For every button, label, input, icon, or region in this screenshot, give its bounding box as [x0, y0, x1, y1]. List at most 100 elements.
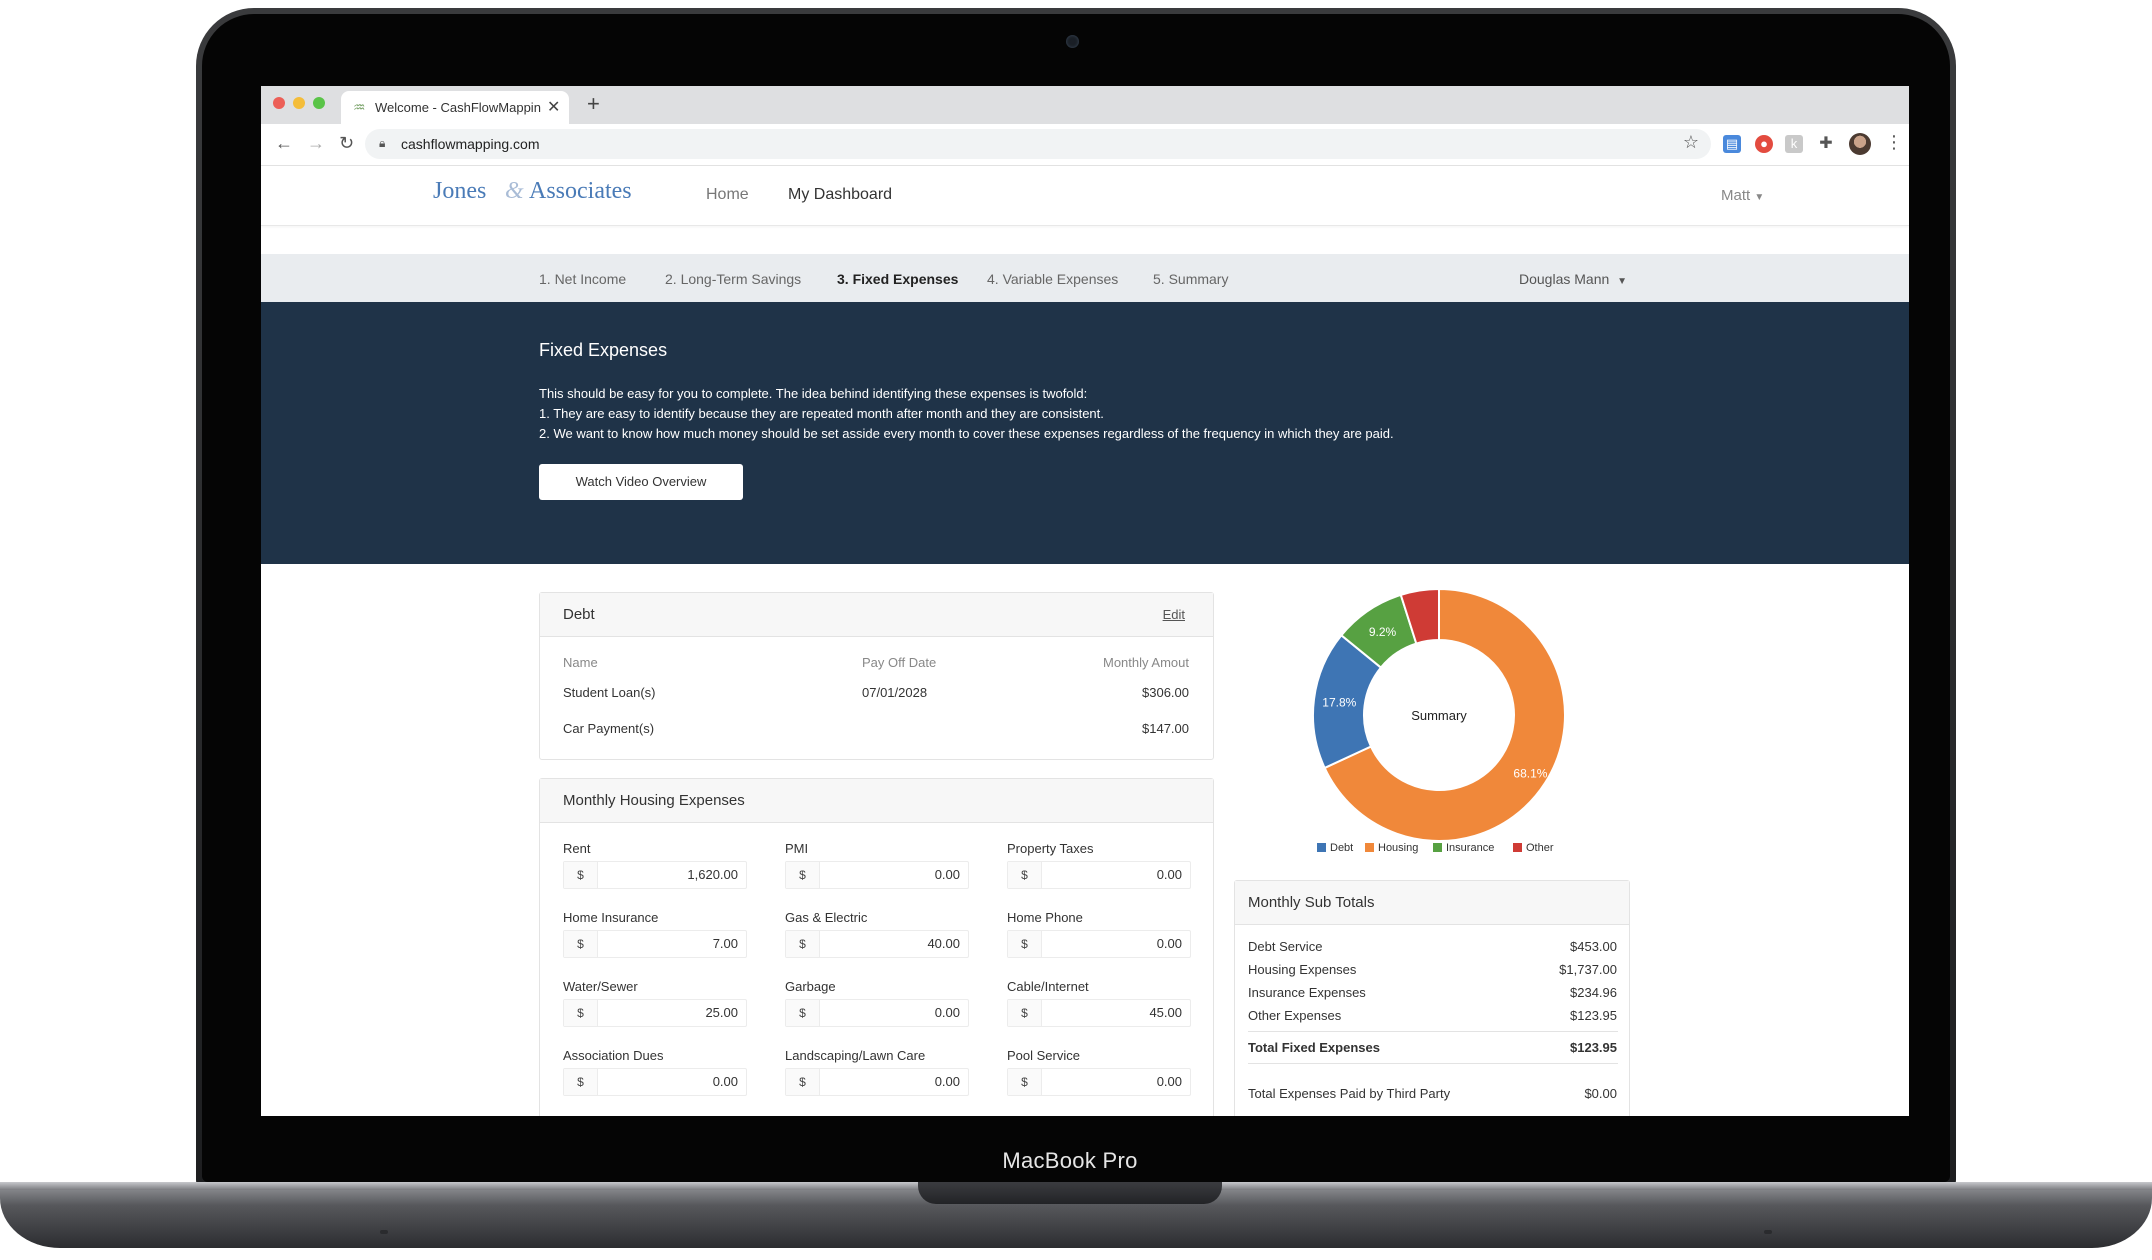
new-tab-button[interactable]: + — [587, 91, 600, 117]
sub-totals-title: Monthly Sub Totals — [1248, 894, 1375, 911]
extensions-puzzle-icon[interactable]: ✚ — [1817, 135, 1835, 153]
debt-row-amount: $147.00 — [1142, 721, 1189, 736]
legend-item-other[interactable]: Other — [1513, 842, 1554, 854]
site-favicon-icon: ♒ — [353, 99, 366, 115]
debt-edit-link[interactable]: Edit — [1163, 607, 1185, 622]
slice-label: 68.1% — [1513, 766, 1547, 780]
housing-amount-input[interactable] — [1046, 931, 1182, 957]
col-monthly-amount: Monthly Amout — [1103, 655, 1189, 670]
extension-window-icon[interactable]: ▤ — [1723, 135, 1741, 153]
bookmark-star-icon[interactable]: ☆ — [1683, 132, 1699, 153]
housing-amount-input[interactable] — [1046, 1000, 1182, 1026]
legend-item-housing[interactable]: Housing — [1365, 842, 1418, 854]
summary-donut-chart: 68.1% 17.8% 9.2% Summary — [1312, 587, 1566, 842]
housing-amount-field: $ — [563, 1068, 747, 1096]
nav-home[interactable]: Home — [706, 186, 749, 204]
laptop-notch — [918, 1182, 1222, 1204]
housing-amount-input[interactable] — [602, 1069, 738, 1095]
debt-title: Debt — [563, 606, 595, 623]
laptop-foot — [380, 1230, 388, 1234]
lock-icon: 🔒︎ — [379, 136, 386, 150]
housing-amount-input[interactable] — [602, 931, 738, 957]
browser-window: ♒ Welcome - CashFlowMapping. ✕ + ← → ↻ 🔒… — [261, 86, 1909, 1116]
debt-row-name: Car Payment(s) — [563, 721, 655, 736]
housing-amount-field: $ — [785, 999, 969, 1027]
currency-symbol: $ — [564, 862, 598, 888]
housing-amount-field: $ — [1007, 999, 1191, 1027]
housing-field-label: Pool Service — [1007, 1048, 1080, 1063]
extension-badge-icon[interactable]: ● — [1755, 135, 1773, 153]
profile-avatar[interactable] — [1849, 133, 1871, 155]
housing-field-label: Property Taxes — [1007, 841, 1094, 856]
logo-associates[interactable]: Associates — [529, 178, 632, 205]
legend-swatch — [1433, 843, 1442, 852]
address-url[interactable]: cashflowmapping.com — [401, 136, 540, 152]
legend-label: Housing — [1378, 842, 1419, 854]
housing-field-label: Home Insurance — [563, 910, 659, 925]
currency-symbol: $ — [564, 1069, 598, 1095]
device-label: MacBook Pro — [1002, 1148, 1138, 1173]
forward-arrow-icon[interactable]: → — [307, 133, 325, 154]
intro-line-2: 1. They are easy to identify because the… — [539, 406, 1104, 421]
nav-my-dashboard[interactable]: My Dashboard — [788, 186, 892, 204]
intro-line-1: This should be easy for you to complete.… — [539, 386, 1088, 401]
currency-symbol: $ — [786, 862, 820, 888]
legend-item-insurance[interactable]: Insurance — [1433, 842, 1494, 854]
client-menu[interactable]: Douglas Mann ▼ — [1519, 271, 1627, 287]
subtotal-value: $123.95 — [1570, 1008, 1617, 1023]
logo-jones[interactable]: Jones — [433, 178, 486, 205]
tab-bar: ♒ Welcome - CashFlowMapping. ✕ + — [261, 86, 1909, 124]
chevron-down-icon: ▼ — [1617, 276, 1627, 287]
device-frame: ♒ Welcome - CashFlowMapping. ✕ + ← → ↻ 🔒… — [0, 0, 2152, 1260]
housing-field-label: Water/Sewer — [563, 979, 638, 994]
sub-totals-header: Monthly Sub Totals — [1235, 881, 1629, 925]
user-name: Matt — [1721, 187, 1751, 204]
step-summary[interactable]: 5. Summary — [1153, 271, 1228, 287]
housing-amount-input[interactable] — [1046, 1069, 1182, 1095]
address-bar[interactable]: 🔒︎ cashflowmapping.com ☆ — [365, 129, 1711, 159]
step-fixed-expenses[interactable]: 3. Fixed Expenses — [837, 271, 958, 287]
watch-video-button[interactable]: Watch Video Overview — [539, 464, 743, 500]
housing-field-label: Home Phone — [1007, 910, 1083, 925]
minimize-window-icon[interactable] — [293, 97, 305, 109]
housing-amount-input[interactable] — [602, 1000, 738, 1026]
close-tab-icon[interactable]: ✕ — [547, 97, 560, 117]
debt-card-header: Debt Edit — [540, 593, 1213, 637]
reload-icon[interactable]: ↻ — [339, 133, 354, 154]
housing-amount-input[interactable] — [1046, 862, 1182, 888]
currency-symbol: $ — [1008, 1000, 1042, 1026]
housing-amount-input[interactable] — [824, 931, 960, 957]
browser-tab[interactable]: ♒ Welcome - CashFlowMapping. ✕ — [341, 91, 569, 124]
step-net-income[interactable]: 1. Net Income — [539, 271, 626, 287]
maximize-window-icon[interactable] — [313, 97, 325, 109]
camera-icon — [1066, 35, 1079, 48]
subtotal-label: Housing Expenses — [1248, 962, 1357, 977]
browser-menu-icon[interactable]: ⋮ — [1885, 132, 1903, 153]
housing-amount-field: $ — [1007, 861, 1191, 889]
extension-k-icon[interactable]: k — [1785, 135, 1803, 153]
housing-amount-input[interactable] — [824, 1069, 960, 1095]
housing-field-label: Rent — [563, 841, 591, 856]
housing-amount-input[interactable] — [602, 862, 738, 888]
user-menu[interactable]: Matt ▼ — [1721, 187, 1764, 204]
intro-banner: Fixed Expenses This should be easy for y… — [261, 302, 1909, 564]
housing-field-label: Gas & Electric — [785, 910, 868, 925]
currency-symbol: $ — [786, 1000, 820, 1026]
currency-symbol: $ — [564, 1000, 598, 1026]
col-pay-off-date: Pay Off Date — [862, 655, 937, 670]
logo-ampersand: & — [505, 178, 524, 204]
debt-card: Debt Edit Name Pay Off Date Monthly Amou… — [539, 592, 1214, 760]
step-long-term-savings[interactable]: 2. Long-Term Savings — [665, 271, 801, 287]
legend-item-debt[interactable]: Debt — [1317, 842, 1353, 854]
housing-amount-input[interactable] — [824, 1000, 960, 1026]
col-name: Name — [563, 655, 598, 670]
housing-amount-field: $ — [785, 930, 969, 958]
total-fixed-label: Total Fixed Expenses — [1248, 1040, 1380, 1055]
legend-swatch — [1317, 843, 1326, 852]
chart-center-title: Summary — [1411, 708, 1467, 723]
back-arrow-icon[interactable]: ← — [275, 133, 293, 154]
housing-amount-input[interactable] — [824, 862, 960, 888]
close-window-icon[interactable] — [273, 97, 285, 109]
legend-swatch — [1365, 843, 1374, 852]
step-variable-expenses[interactable]: 4. Variable Expenses — [987, 271, 1118, 287]
